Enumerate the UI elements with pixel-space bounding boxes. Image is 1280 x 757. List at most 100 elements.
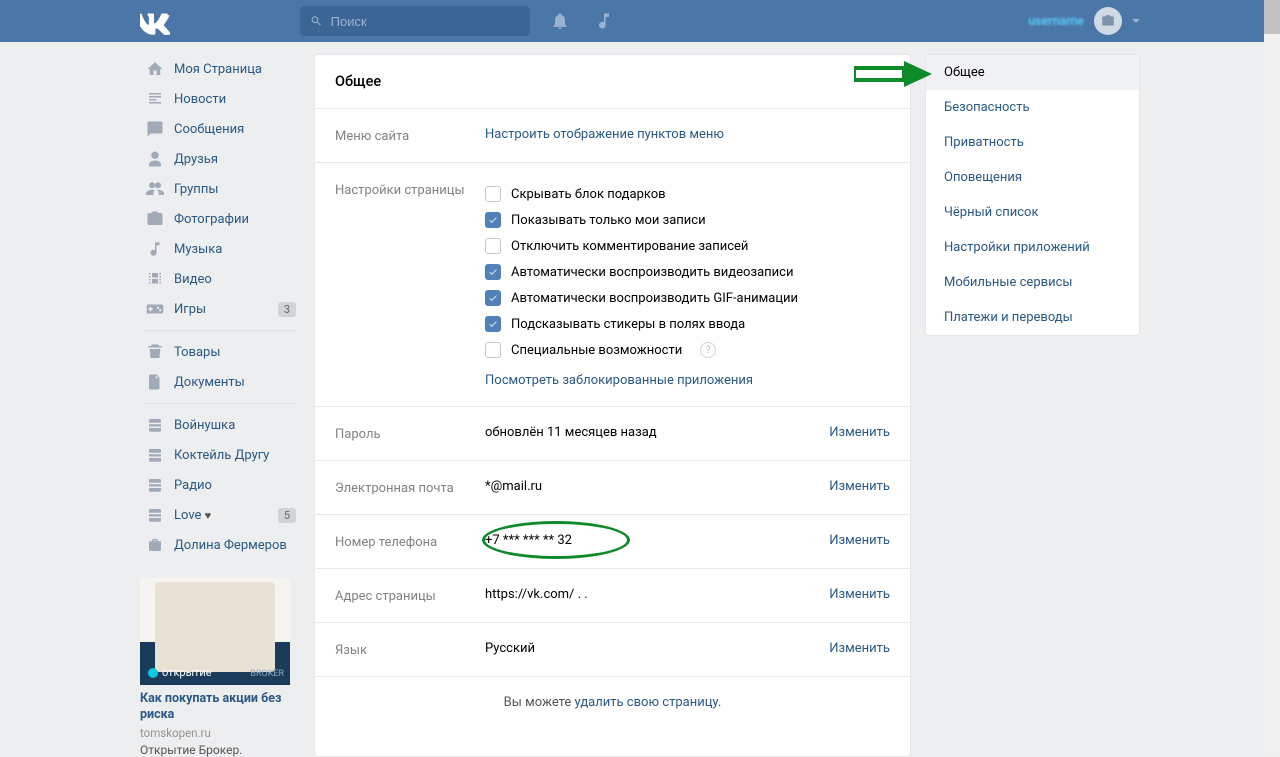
disks-icon — [146, 416, 164, 434]
camera-icon — [146, 210, 164, 228]
password-value: обновлён 11 месяцев назад — [485, 425, 829, 440]
email-value: *@mail.ru — [485, 479, 829, 494]
menu-configure-link[interactable]: Настроить отображение пунктов меню — [485, 127, 724, 142]
checkbox-row[interactable]: Скрывать блок подарков — [485, 181, 890, 207]
settings-nav: ОбщееБезопасностьПриватностьОповещенияЧё… — [925, 54, 1140, 336]
ad-image: открытие BROKER — [140, 578, 290, 685]
nav-item-disks[interactable]: Войнушка — [140, 410, 300, 440]
checkbox[interactable] — [485, 238, 501, 254]
settings-tab[interactable]: Мобильные сервисы — [926, 265, 1139, 300]
nav-item-home[interactable]: Моя Страница — [140, 54, 300, 84]
row-phone: Номер телефона +7 *** *** ** 32 Изменить — [315, 515, 910, 568]
checkbox[interactable] — [485, 316, 501, 332]
nav-item-user[interactable]: Друзья — [140, 144, 300, 174]
checkbox-row[interactable]: Автоматически воспроизводить GIF-анимаци… — [485, 285, 890, 311]
checkbox-label: Специальные возможности — [511, 343, 682, 358]
nav-label: Долина Фермеров — [174, 538, 287, 553]
search-icon — [310, 14, 323, 28]
checkbox-label: Автоматически воспроизводить видеозаписи — [511, 265, 793, 280]
change-language-link[interactable]: Изменить — [829, 641, 890, 656]
nav-item-disks[interactable]: Радио — [140, 470, 300, 500]
ad-block[interactable]: открытие BROKER Как покупать акции без р… — [140, 578, 300, 757]
delete-page-link[interactable]: удалить свою страницу. — [575, 695, 722, 710]
settings-tab[interactable]: Безопасность — [926, 90, 1139, 125]
change-phone-link[interactable]: Изменить — [829, 533, 890, 548]
user-icon — [146, 150, 164, 168]
nav-item-users[interactable]: Группы — [140, 174, 300, 204]
news-icon — [146, 90, 164, 108]
disks-icon — [146, 476, 164, 494]
nav-label: Группы — [174, 182, 218, 197]
checkbox-label: Автоматически воспроизводить GIF-анимаци… — [511, 291, 798, 306]
checkbox-label: Показывать только мои записи — [511, 213, 706, 228]
blocked-apps-link[interactable]: Посмотреть заблокированные приложения — [485, 373, 753, 388]
nav-item-film[interactable]: Видео — [140, 264, 300, 294]
nav-label: Игры — [174, 302, 206, 317]
change-address-link[interactable]: Изменить — [829, 587, 890, 602]
film-icon — [146, 270, 164, 288]
checkbox-row[interactable]: Автоматически воспроизводить видеозаписи — [485, 259, 890, 285]
checkbox-row[interactable]: Подсказывать стикеры в полях ввода — [485, 311, 890, 337]
settings-tab[interactable]: Оповещения — [926, 160, 1139, 195]
case-icon — [146, 536, 164, 554]
nav-badge: 5 — [278, 508, 296, 523]
ad-brand: открытие — [148, 666, 212, 679]
checkbox-label: Скрывать блок подарков — [511, 187, 666, 202]
settings-tab[interactable]: Настройки приложений — [926, 230, 1139, 265]
chevron-down-icon[interactable] — [1132, 19, 1140, 23]
nav-label: Фотографии — [174, 212, 249, 227]
camera-icon — [1101, 14, 1115, 28]
nav-item-news[interactable]: Новости — [140, 84, 300, 114]
ad-domain: tomskopen.ru — [140, 726, 300, 740]
checkbox[interactable] — [485, 264, 501, 280]
nav-item-note[interactable]: Музыка — [140, 234, 300, 264]
disks-icon — [146, 506, 164, 524]
nav-label: Сообщения — [174, 122, 244, 137]
nav-item-doc[interactable]: Документы — [140, 367, 300, 397]
nav-label: Коктейль Другу — [174, 448, 269, 463]
nav-label: Радио — [174, 478, 212, 493]
change-email-link[interactable]: Изменить — [829, 479, 890, 494]
nav-item-chat[interactable]: Сообщения — [140, 114, 300, 144]
left-nav: Моя Страница Новости Сообщения Друзья Группы… — [140, 54, 300, 757]
settings-tab[interactable]: Общее — [926, 55, 1139, 90]
settings-tab[interactable]: Приватность — [926, 125, 1139, 160]
scrollbar[interactable] — [1264, 0, 1280, 753]
nav-item-camera[interactable]: Фотографии — [140, 204, 300, 234]
checkbox[interactable] — [485, 186, 501, 202]
nav-item-bag[interactable]: Товары — [140, 337, 300, 367]
nav-label: Видео — [174, 272, 212, 287]
nav-item-disks[interactable]: Love ♥5 — [140, 500, 300, 530]
nav-label: Товары — [174, 345, 220, 360]
note-icon — [146, 240, 164, 258]
search-input[interactable] — [331, 14, 520, 29]
avatar[interactable] — [1094, 7, 1122, 35]
checkbox[interactable] — [485, 212, 501, 228]
nav-item-gamepad[interactable]: Игры3 — [140, 294, 300, 324]
home-icon — [146, 60, 164, 78]
checkbox-label: Отключить комментирование записей — [511, 239, 748, 254]
settings-tab[interactable]: Чёрный список — [926, 195, 1139, 230]
vk-logo-icon[interactable] — [140, 6, 170, 36]
music-icon[interactable] — [594, 11, 614, 31]
help-icon[interactable]: ? — [700, 342, 716, 358]
change-password-link[interactable]: Изменить — [829, 425, 890, 440]
row-label: Меню сайта — [335, 127, 485, 144]
nav-label: Войнушка — [174, 418, 235, 433]
gamepad-icon — [146, 300, 164, 318]
nav-label: Документы — [174, 375, 245, 390]
search-box[interactable] — [300, 6, 530, 36]
checkbox-row[interactable]: Показывать только мои записи — [485, 207, 890, 233]
settings-tab[interactable]: Платежи и переводы — [926, 300, 1139, 335]
username[interactable]: username — [1028, 14, 1084, 29]
checkbox-label: Подсказывать стикеры в полях ввода — [511, 317, 745, 332]
checkbox-row[interactable]: Специальные возможности? — [485, 337, 890, 363]
nav-item-disks[interactable]: Коктейль Другу — [140, 440, 300, 470]
nav-item-case[interactable]: Долина Фермеров — [140, 530, 300, 560]
nav-label: Моя Страница — [174, 62, 262, 77]
row-language: Язык Русский Изменить — [315, 623, 910, 676]
checkbox[interactable] — [485, 342, 501, 358]
bell-icon[interactable] — [550, 11, 570, 31]
checkbox-row[interactable]: Отключить комментирование записей — [485, 233, 890, 259]
checkbox[interactable] — [485, 290, 501, 306]
